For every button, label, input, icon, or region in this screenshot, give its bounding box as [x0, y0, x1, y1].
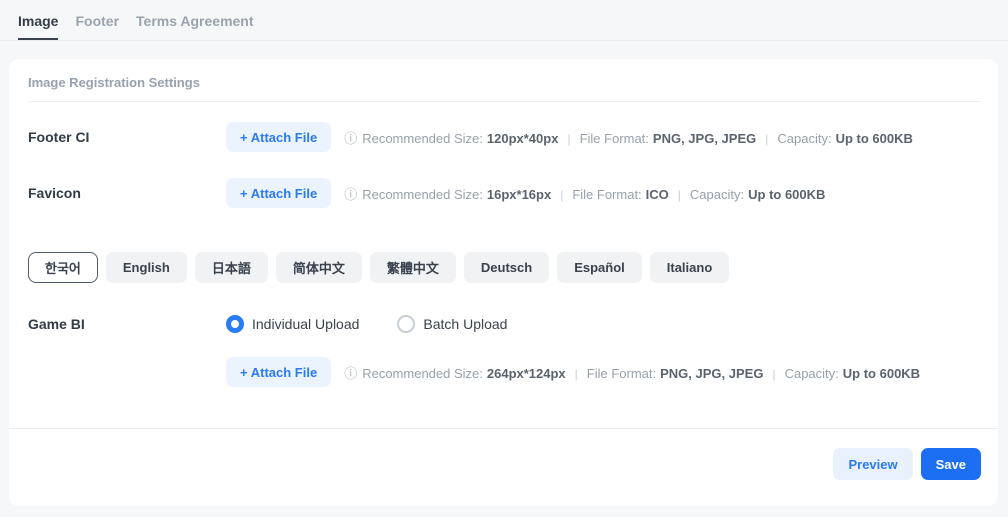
footer-ci-label: Footer CI: [28, 129, 226, 145]
game-bi-attach-row: + Attach File ⓘ Recommended Size: 264px*12…: [28, 357, 981, 387]
recommended-size-value: 16px*16px: [487, 187, 551, 202]
divider: |: [567, 132, 570, 146]
save-button[interactable]: Save: [921, 448, 981, 480]
tab-terms-agreement[interactable]: Terms Agreement: [136, 13, 253, 40]
radio-selected-icon[interactable]: [226, 315, 244, 333]
capacity-value: Up to 600KB: [843, 366, 920, 381]
divider: |: [575, 367, 578, 381]
info-icon: ⓘ: [344, 366, 357, 381]
info-icon: ⓘ: [344, 131, 357, 146]
capacity-value: Up to 600KB: [748, 187, 825, 202]
lang-tab-english[interactable]: English: [106, 252, 187, 283]
game-bi-info: ⓘ Recommended Size: 264px*124px | File Forma…: [344, 363, 920, 382]
favicon-row: Favicon + Attach File ⓘ Recommended Size:…: [28, 178, 981, 208]
recommended-size-value: 120px*40px: [487, 131, 559, 146]
divider: |: [678, 188, 681, 202]
info-icon: ⓘ: [344, 187, 357, 202]
footer-ci-attach-file-button[interactable]: + Attach File: [226, 122, 331, 152]
lang-tab-korean[interactable]: 한국어: [28, 252, 98, 283]
lang-tab-japanese[interactable]: 日本語: [195, 252, 268, 283]
favicon-label: Favicon: [28, 185, 226, 201]
lang-tab-traditional-chinese[interactable]: 繁體中文: [370, 252, 456, 283]
game-bi-attach-file-button[interactable]: + Attach File: [226, 357, 331, 387]
tab-image[interactable]: Image: [18, 13, 58, 40]
capacity-label: Capacity:: [785, 366, 839, 381]
preview-button[interactable]: Preview: [833, 448, 912, 480]
section-title: Image Registration Settings: [28, 75, 981, 102]
game-bi-row: Game BI Individual Upload Batch Upload: [28, 315, 981, 333]
individual-upload-option[interactable]: Individual Upload: [226, 315, 359, 333]
lang-tab-german[interactable]: Deutsch: [464, 252, 549, 283]
footer-ci-info: ⓘ Recommended Size: 120px*40px | File Format…: [344, 128, 913, 147]
game-bi-label: Game BI: [28, 316, 226, 332]
capacity-label: Capacity:: [777, 131, 831, 146]
capacity-value: Up to 600KB: [836, 131, 913, 146]
lang-tab-simplified-chinese[interactable]: 简体中文: [276, 252, 362, 283]
action-bar: Preview Save: [9, 428, 998, 506]
radio-unselected-icon[interactable]: [397, 315, 415, 333]
file-format-label: File Format:: [587, 366, 656, 381]
favicon-attach-file-button[interactable]: + Attach File: [226, 178, 331, 208]
capacity-label: Capacity:: [690, 187, 744, 202]
divider: |: [765, 132, 768, 146]
upload-mode-radio-group: Individual Upload Batch Upload: [226, 315, 507, 333]
footer-ci-row: Footer CI + Attach File ⓘ Recommended Siz…: [28, 122, 981, 152]
favicon-info: ⓘ Recommended Size: 16px*16px | File Format:…: [344, 184, 825, 203]
file-format-label: File Format:: [572, 187, 641, 202]
recommended-size-label: Recommended Size:: [362, 187, 483, 202]
lang-tab-spanish[interactable]: Español: [557, 252, 642, 283]
tab-bar: Image Footer Terms Agreement: [0, 0, 1008, 41]
divider: |: [772, 367, 775, 381]
tab-footer[interactable]: Footer: [75, 13, 119, 40]
individual-upload-label: Individual Upload: [252, 316, 359, 332]
language-tab-bar: 한국어 English 日本語 简体中文 繁體中文 Deutsch Españo…: [28, 252, 981, 283]
file-format-value: PNG, JPG, JPEG: [660, 366, 763, 381]
file-format-value: PNG, JPG, JPEG: [653, 131, 756, 146]
recommended-size-label: Recommended Size:: [362, 366, 483, 381]
file-format-value: ICO: [646, 187, 669, 202]
recommended-size-label: Recommended Size:: [362, 131, 483, 146]
recommended-size-value: 264px*124px: [487, 366, 566, 381]
batch-upload-label: Batch Upload: [423, 316, 507, 332]
lang-tab-italian[interactable]: Italiano: [650, 252, 730, 283]
batch-upload-option[interactable]: Batch Upload: [397, 315, 507, 333]
settings-card: Image Registration Settings Footer CI + …: [9, 59, 998, 506]
file-format-label: File Format:: [580, 131, 649, 146]
divider: |: [560, 188, 563, 202]
